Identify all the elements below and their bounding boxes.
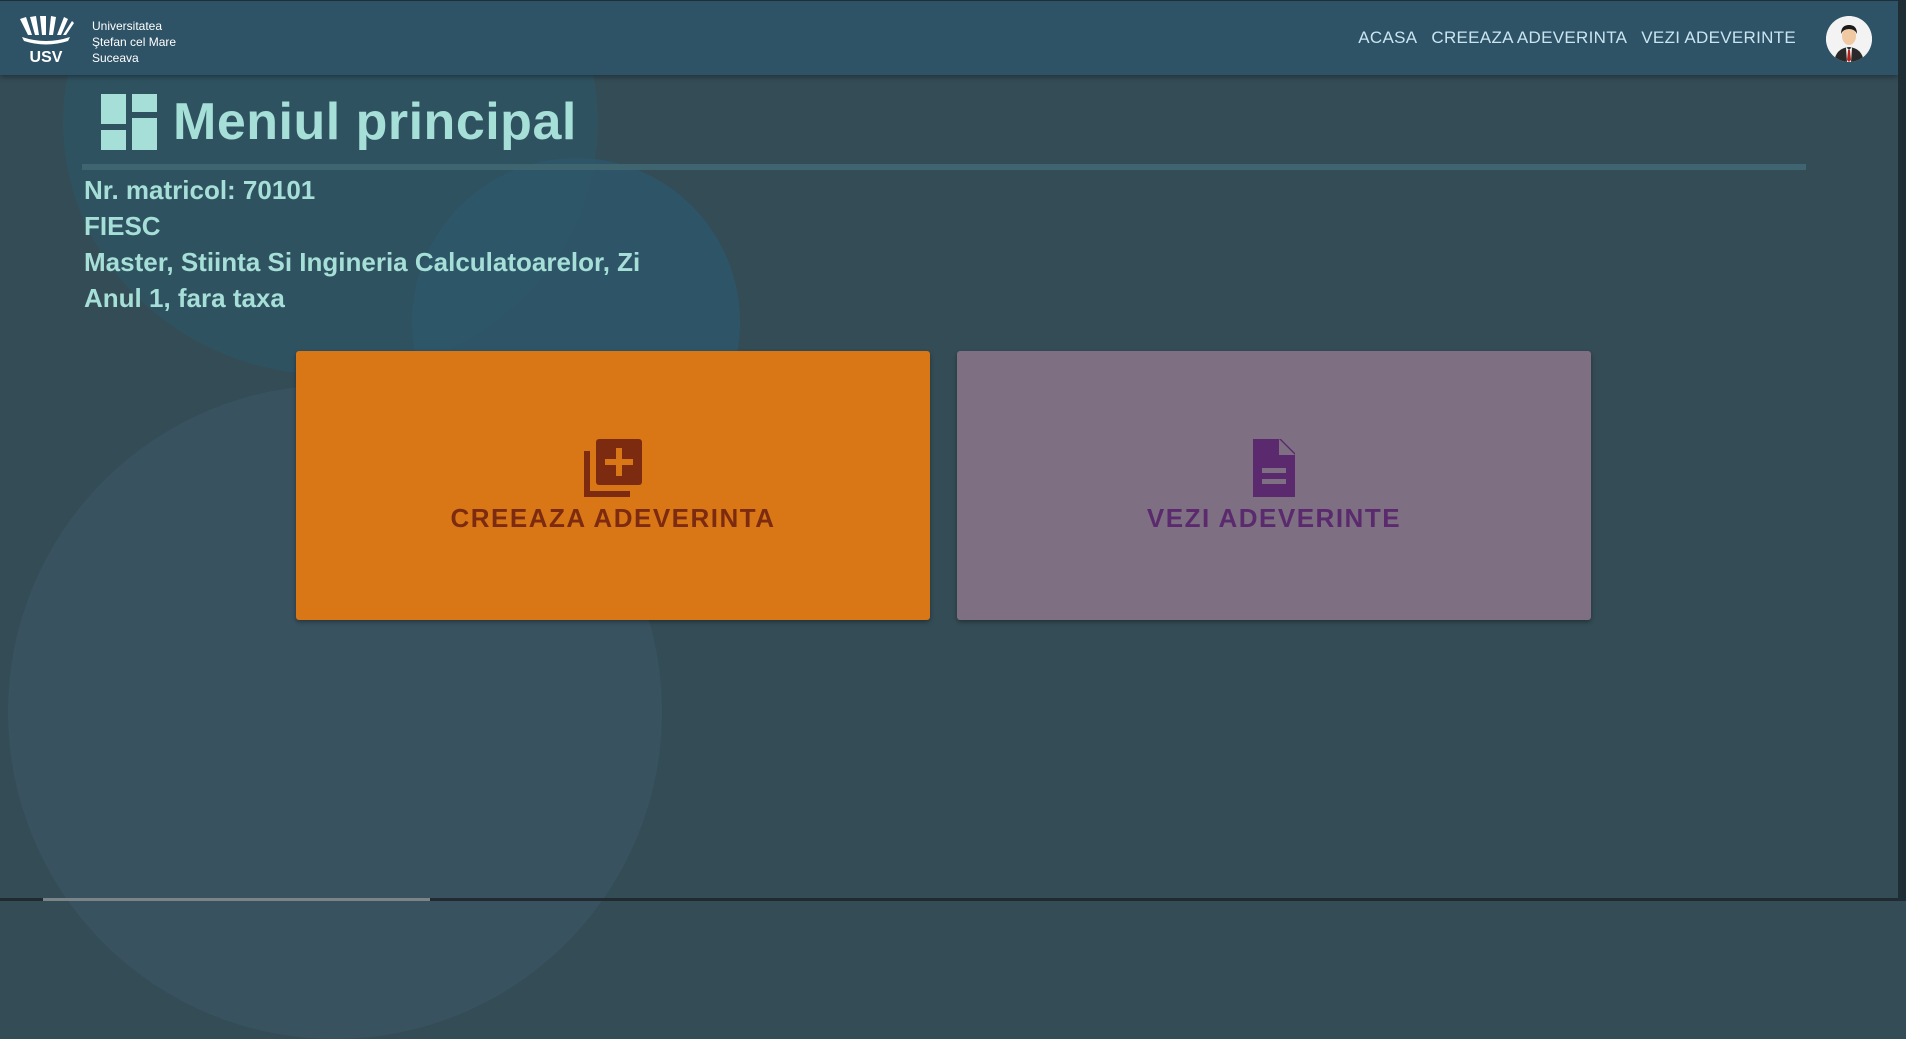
university-name-line: Suceava	[92, 51, 139, 65]
create-certificate-label: CREEAZA ADEVERINTA	[450, 503, 776, 533]
window-edge	[1898, 0, 1906, 901]
user-avatar[interactable]	[1826, 16, 1872, 62]
library-add-icon	[584, 439, 642, 497]
user-avatar-icon	[1826, 16, 1872, 62]
student-program: Master, Stiinta Si Ingineria Calculatoar…	[84, 247, 641, 277]
page-header: Meniul principal	[101, 92, 577, 152]
student-info: Nr. matricol: 70101 FIESC Master, Stiint…	[84, 172, 640, 316]
university-name-line: Universitatea	[92, 19, 163, 33]
dashboard-icon	[101, 94, 157, 150]
nav-link-creeaza-adeverinta[interactable]: CREEAZA ADEVERINTA	[1431, 28, 1627, 48]
divider	[82, 164, 1806, 170]
page-title: Meniul principal	[173, 93, 577, 151]
document-icon	[1253, 439, 1295, 497]
navbar: USV Universitatea Ştefan cel Mare Suceav…	[0, 0, 1898, 75]
usv-logo[interactable]: USV	[18, 15, 74, 65]
nav-links: ACASA CREEAZA ADEVERINTA VEZI ADEVERINTE	[1358, 28, 1796, 48]
student-year: Anul 1, fara taxa	[84, 283, 285, 313]
svg-text:USV: USV	[30, 49, 63, 65]
create-certificate-card[interactable]: CREEAZA ADEVERINTA	[296, 351, 930, 620]
university-name-line: Ştefan cel Mare	[92, 35, 177, 49]
view-certificates-label: VEZI ADEVERINTE	[1146, 503, 1402, 533]
university-name: Universitatea Ştefan cel Mare Suceava	[92, 18, 176, 66]
view-certificates-card[interactable]: VEZI ADEVERINTE	[957, 351, 1591, 620]
student-faculty: FIESC	[84, 211, 161, 241]
nav-link-acasa[interactable]: ACASA	[1358, 28, 1417, 48]
nav-link-vezi-adeverinte[interactable]: VEZI ADEVERINTE	[1641, 28, 1796, 48]
student-matricol: Nr. matricol: 70101	[84, 175, 316, 205]
